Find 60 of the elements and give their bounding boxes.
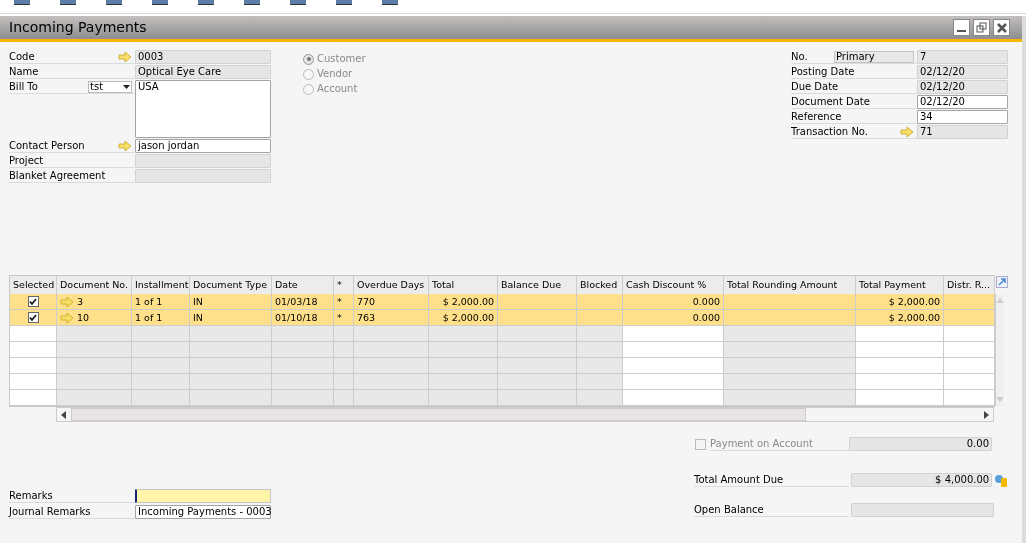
scrollbar-thumb[interactable] [71,408,806,421]
address-field[interactable]: USA [135,80,271,138]
field-label: Open Balance [694,503,764,516]
toolbar-icon[interactable] [198,0,214,5]
input-field[interactable] [135,169,271,183]
expand-icon[interactable] [996,276,1008,288]
input-field[interactable]: 7 [917,50,1008,64]
field-label: Posting Date [791,65,855,78]
field-label: Due Date [791,80,839,93]
input-field[interactable]: Optical Eye Care [135,65,271,79]
field-label: Reference [791,110,842,123]
input-field[interactable]: 02/12/20 [917,95,1008,109]
input-field[interactable]: $ 4,000.00 [851,473,993,487]
restore-button[interactable] [973,19,990,36]
toolbar-icon[interactable] [106,0,122,5]
close-button[interactable] [993,19,1010,36]
field-label: Journal Remarks [9,505,91,518]
input-field[interactable]: Incoming Payments - 0003 [135,505,271,519]
input-field[interactable]: 02/12/20 [917,80,1008,94]
coins-icon[interactable] [994,473,1008,487]
input-field[interactable]: 34 [917,110,1008,124]
input-field[interactable] [851,503,994,517]
toolbar-icon[interactable] [60,0,76,5]
input-field[interactable] [135,154,271,168]
field-label: Payment on Account [710,437,813,450]
link-arrow-icon[interactable] [118,51,132,62]
input-field[interactable]: jason jordan [135,139,271,153]
field-label: Remarks [9,489,53,502]
link-arrow-icon[interactable] [900,126,914,137]
input-field[interactable]: 02/12/20 [917,65,1008,79]
window-title: Incoming Payments [9,18,147,37]
toolbar-icon[interactable] [290,0,306,5]
horizontal-scrollbar[interactable] [56,407,994,422]
payment-on-account-checkbox[interactable] [695,438,706,450]
toolbar-icon[interactable] [382,0,398,5]
field-label: Code [9,50,35,63]
field-label: Total Amount Due [694,473,784,486]
series-field[interactable]: Primary [834,50,914,63]
input-field[interactable] [135,489,271,503]
field-label: No. [791,50,808,63]
toolbar-icon[interactable] [244,0,260,5]
dropdown-caret-icon [123,84,130,89]
minimize-button[interactable] [953,19,970,36]
field-label: Bill To [9,80,38,93]
link-arrow-icon[interactable] [118,140,132,151]
bill-to-dropdown[interactable]: tst [88,80,132,93]
field-label: Transaction No. [791,125,868,138]
toolbar-icon[interactable] [336,0,352,5]
field-label: Project [9,154,44,167]
toolbar-icon[interactable] [14,0,30,5]
input-field[interactable]: 0003 [135,50,271,64]
field-label: Contact Person [9,139,85,152]
field-label: Document Date [791,95,870,108]
field-label: Name [9,65,39,78]
field-label: Blanket Agreement [9,169,106,182]
toolbar-icon[interactable] [152,0,168,5]
input-field[interactable]: 0.00 [849,437,992,451]
row-checkbox[interactable] [27,296,39,307]
input-field[interactable]: 71 [917,125,1008,139]
row-checkbox[interactable] [27,312,39,323]
